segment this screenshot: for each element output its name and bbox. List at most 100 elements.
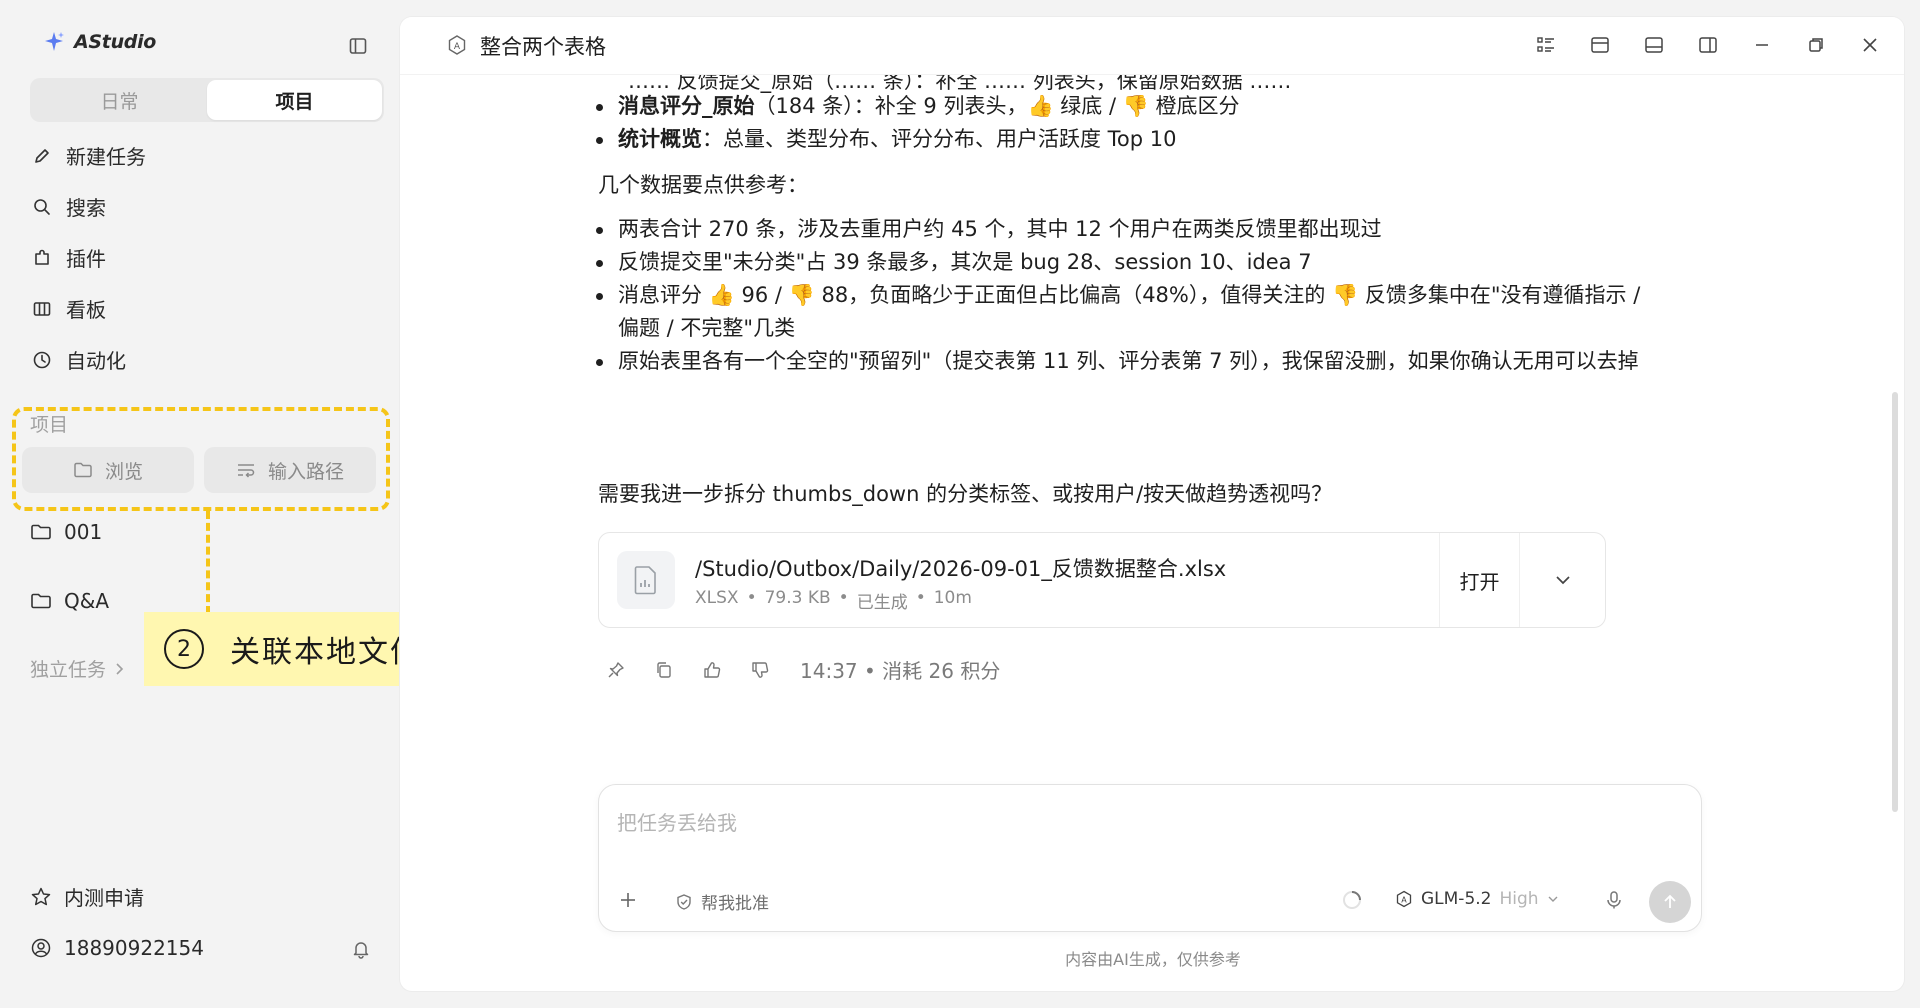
- close-icon[interactable]: [1858, 33, 1882, 57]
- thumbs-down-icon[interactable]: [748, 658, 772, 682]
- title-bar: A 整合两个表格: [400, 17, 1904, 75]
- nav-board[interactable]: 看板: [30, 283, 380, 334]
- minimize-icon[interactable]: [1750, 33, 1774, 57]
- microphone-icon[interactable]: [1603, 889, 1625, 911]
- svg-text:A: A: [454, 42, 461, 52]
- model-badge-icon: A: [1395, 890, 1413, 908]
- nav-new-task[interactable]: 新建任务: [30, 130, 380, 181]
- user-account[interactable]: 18890922154: [30, 936, 204, 960]
- bell-icon[interactable]: [350, 938, 372, 960]
- sparkle-logo-icon: [42, 30, 66, 54]
- nav-search[interactable]: 搜索: [30, 181, 380, 232]
- independent-tasks[interactable]: 独立任务: [30, 655, 124, 682]
- list-item: 原始表里各有一个全空的"预留列"（提交表第 11 列、评分表第 7 列），我保留…: [588, 345, 1648, 378]
- file-size: 79.3 KB: [764, 588, 831, 608]
- list-item: 统计概览：总量、类型分布、评分分布、用户活跃度 Top 10: [588, 123, 1648, 156]
- folder-icon: [73, 461, 93, 479]
- board-icon: [30, 297, 54, 321]
- nav-label: 新建任务: [66, 145, 146, 169]
- svg-text:A: A: [1401, 896, 1407, 905]
- nav-plugins[interactable]: 插件: [30, 232, 380, 283]
- file-path: /Studio/Outbox/Daily/2026-09-01_反馈数据整合.x…: [695, 557, 1227, 581]
- intro-paragraph: 几个数据要点供参考：: [598, 173, 808, 197]
- project-folder-qa[interactable]: Q&A: [30, 589, 109, 613]
- sidebar-toggle-icon[interactable]: [346, 34, 370, 58]
- composer: 帮我批准 A GLM-5.2 High: [598, 784, 1702, 932]
- model-selector[interactable]: A GLM-5.2 High: [1395, 889, 1559, 909]
- app-brand[interactable]: AStudio: [42, 30, 156, 54]
- list-item: 消息评分_原始（184 条）：补全 9 列表头，👍 绿底 / 👎 橙底区分: [588, 90, 1648, 123]
- main-panel: A 整合两个表格 …… 反馈提交_原始（…… 条）：补全 …… 列表头，保留原始…: [400, 17, 1904, 991]
- star-icon: [30, 886, 52, 908]
- beta-apply[interactable]: 内测申请: [30, 882, 144, 911]
- tab-daily[interactable]: 日常: [32, 80, 207, 120]
- clock-icon: [30, 348, 54, 372]
- send-button[interactable]: [1649, 881, 1691, 923]
- chevron-down-icon: [1547, 895, 1559, 903]
- browse-button[interactable]: 浏览: [22, 447, 194, 493]
- chevron-right-icon: [114, 662, 124, 676]
- pencil-icon: [30, 144, 54, 168]
- message-actions: 14:37 • 消耗 26 积分: [604, 655, 1000, 684]
- pin-icon[interactable]: [604, 658, 628, 682]
- sidebar: AStudio 日常 项目 新建任务 搜索 插件 看板 自动化 项目 浏览 输入…: [0, 0, 400, 1008]
- restore-icon[interactable]: [1804, 33, 1828, 57]
- input-path-label: 输入路径: [267, 460, 344, 483]
- auto-approve-toggle[interactable]: 帮我批准: [675, 889, 769, 914]
- beta-apply-label: 内测申请: [64, 886, 144, 910]
- bottom-panel-icon[interactable]: [1642, 33, 1666, 57]
- task-input[interactable]: [617, 803, 1677, 843]
- model-name: GLM-5.2: [1421, 889, 1492, 909]
- open-file-button[interactable]: 打开: [1439, 533, 1519, 627]
- tab-projects[interactable]: 项目: [207, 80, 382, 120]
- plugin-icon: [30, 246, 54, 270]
- top-panel-icon[interactable]: [1588, 33, 1612, 57]
- arrow-up-icon: [1664, 894, 1676, 908]
- auto-approve-label: 帮我批准: [701, 894, 769, 914]
- nav-label: 插件: [66, 247, 106, 271]
- sidebar-nav: 新建任务 搜索 插件 看板 自动化: [30, 130, 380, 385]
- model-level: High: [1499, 889, 1539, 909]
- app-name: AStudio: [74, 31, 157, 53]
- nav-label: 自动化: [66, 349, 126, 373]
- window-toolbar: [1534, 33, 1882, 57]
- followup-question: 需要我进一步拆分 thumbs_down 的分类标签、或按用户/按天做趋势透视吗…: [598, 482, 1333, 506]
- right-panel-icon[interactable]: [1696, 33, 1720, 57]
- highlight-connector: [206, 511, 210, 614]
- scrollbar[interactable]: [1892, 392, 1898, 812]
- user-avatar-icon: [30, 937, 52, 959]
- thumbs-up-icon[interactable]: [700, 658, 724, 682]
- independent-tasks-label: 独立任务: [30, 659, 107, 681]
- data-points-list: 两表合计 270 条，涉及去重用户约 45 个，其中 12 个用户在两类反馈里都…: [588, 213, 1648, 378]
- loading-spinner-icon: [1341, 889, 1363, 911]
- file-meta: XLSX • 79.3 KB • 已生成 • 10m: [695, 588, 972, 613]
- wrap-text-icon: [236, 461, 256, 479]
- user-phone: 18890922154: [64, 936, 204, 960]
- folder-icon: [30, 523, 52, 541]
- project-folder-001[interactable]: 001: [30, 520, 102, 544]
- search-icon: [30, 195, 54, 219]
- list-item: 反馈提交里"未分类"占 39 条最多，其次是 bug 28、session 10…: [588, 246, 1648, 279]
- add-icon[interactable]: [617, 889, 639, 911]
- message-cost: 消耗 26 积分: [882, 659, 1001, 683]
- chat-content: …… 反馈提交_原始（…… 条）：补全 …… 列表头，保留原始数据 …… 消息评…: [400, 75, 1904, 775]
- file-attachment-card[interactable]: /Studio/Outbox/Daily/2026-09-01_反馈数据整合.x…: [598, 532, 1606, 628]
- list-item: 两表合计 270 条，涉及去重用户约 45 个，其中 12 个用户在两类反馈里都…: [588, 213, 1648, 246]
- file-type: XLSX: [695, 588, 739, 608]
- message-meta: 14:37 • 消耗 26 积分: [800, 659, 1001, 683]
- copy-icon[interactable]: [652, 658, 676, 682]
- folder-label: Q&A: [64, 589, 110, 613]
- list-view-icon[interactable]: [1534, 33, 1558, 57]
- spreadsheet-file-icon: [617, 551, 675, 609]
- folder-label: 001: [64, 520, 103, 544]
- nav-automation[interactable]: 自动化: [30, 334, 380, 385]
- chevron-down-icon[interactable]: [1519, 533, 1605, 627]
- model-badge-icon: A: [446, 34, 468, 56]
- input-path-button[interactable]: 输入路径: [204, 447, 376, 493]
- callout-number: 2: [164, 629, 204, 669]
- page-title: 整合两个表格: [480, 35, 606, 59]
- ai-disclaimer: 内容由AI生成，仅供参考: [1065, 950, 1241, 969]
- folder-icon: [30, 592, 52, 610]
- file-age: 10m: [933, 588, 972, 608]
- mode-switch: 日常 项目: [30, 78, 384, 122]
